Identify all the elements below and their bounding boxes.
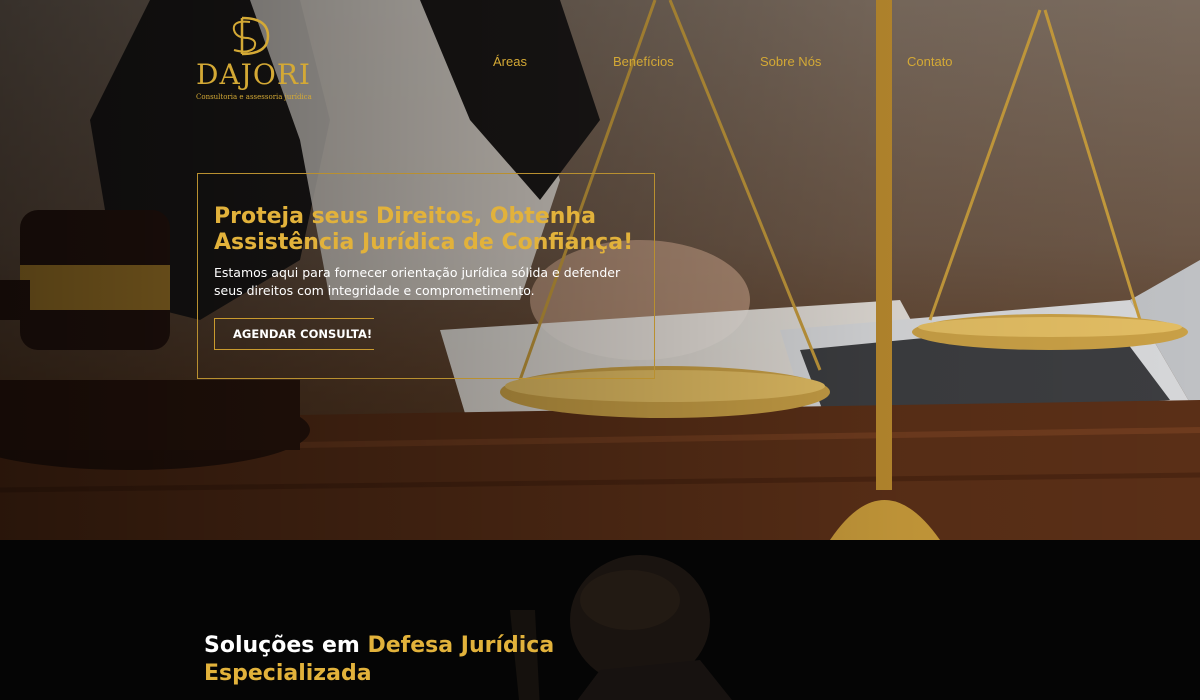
solutions-section: Soluções em Defesa Jurídica Especializad… bbox=[0, 540, 1200, 700]
section-title-white: Soluções em bbox=[204, 633, 368, 658]
schedule-consultation-button[interactable]: AGENDAR CONSULTA! bbox=[214, 318, 374, 350]
hero-section: DAJORI Consultoria e assessoria jurídica… bbox=[0, 0, 1200, 540]
main-nav: Áreas Benefícios Sobre Nós Contato bbox=[0, 54, 1200, 74]
hero-subtitle: Estamos aqui para fornecer orientação ju… bbox=[214, 265, 621, 298]
nav-item-beneficios[interactable]: Benefícios bbox=[613, 54, 674, 69]
brand-monogram-icon bbox=[232, 16, 270, 56]
hero-card: Proteja seus Direitos, Obtenha Assistênc… bbox=[197, 173, 655, 379]
nav-item-contato[interactable]: Contato bbox=[907, 54, 953, 69]
hero-title: Proteja seus Direitos, Obtenha Assistênc… bbox=[214, 204, 634, 255]
brand-tagline: Consultoria e assessoria jurídica bbox=[196, 93, 312, 101]
nav-item-areas[interactable]: Áreas bbox=[493, 54, 527, 69]
section-title: Soluções em Defesa Jurídica Especializad… bbox=[204, 632, 624, 688]
nav-item-sobre-nos[interactable]: Sobre Nós bbox=[760, 54, 821, 69]
